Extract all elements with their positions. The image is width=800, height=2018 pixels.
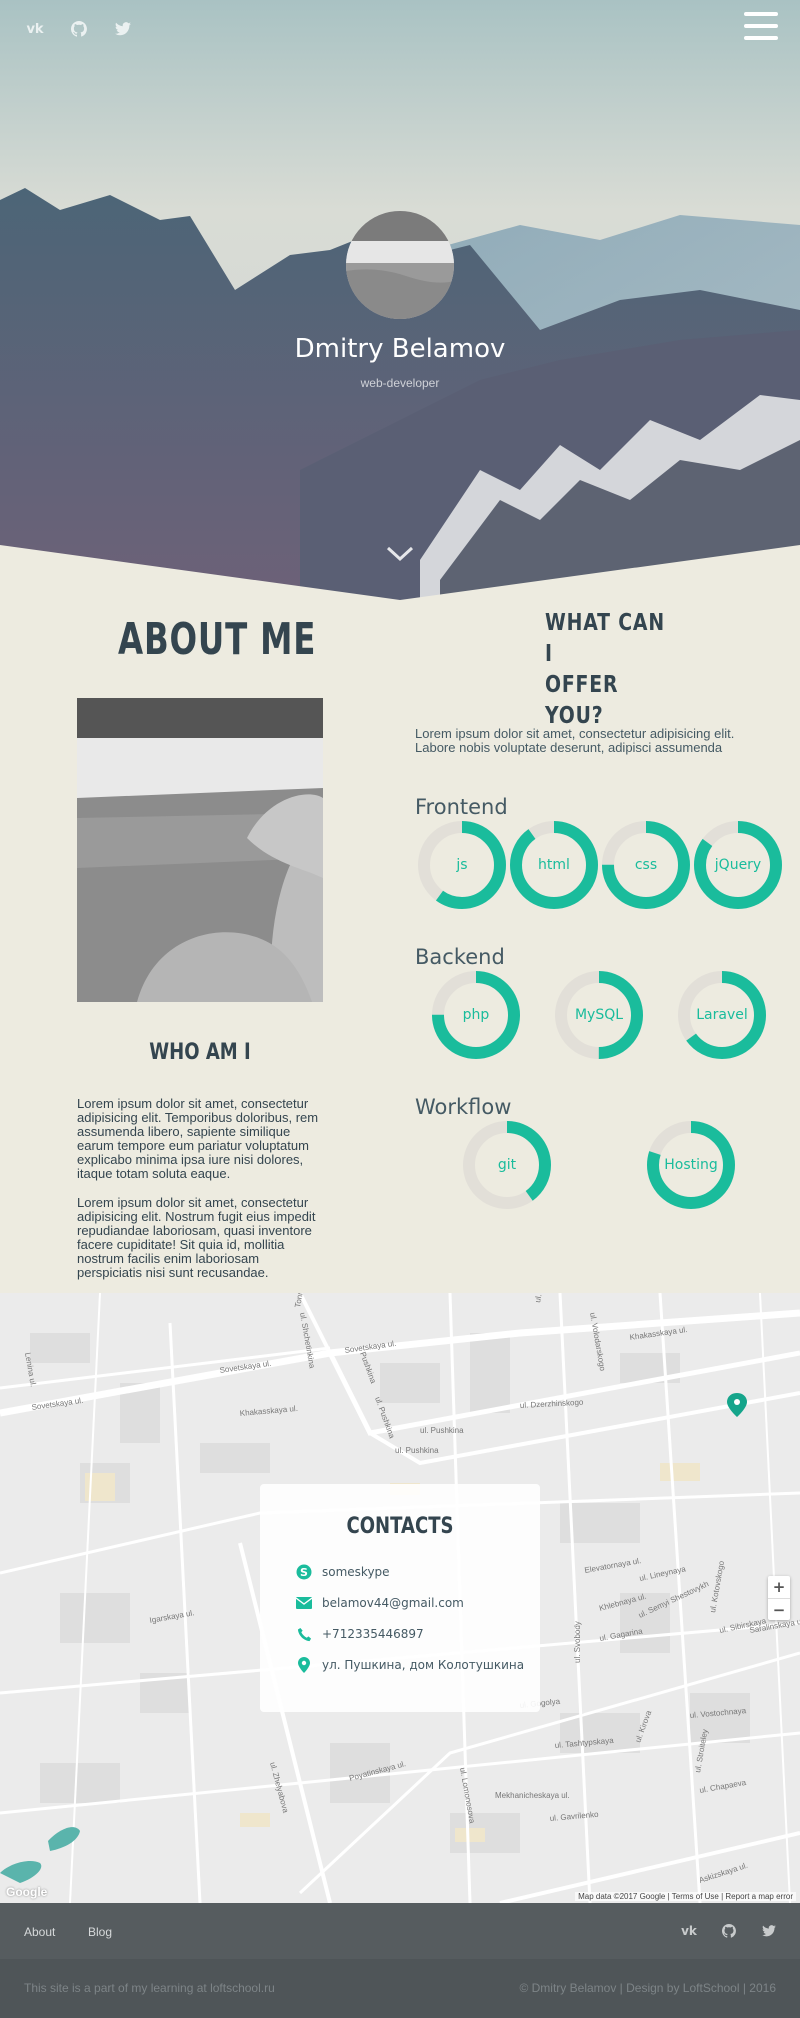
offer-title-line: OFFER [545,672,619,698]
footer-link-about[interactable]: About [24,1925,55,1939]
hero-role: web-developer [360,376,440,390]
skills-backend-title: Backend [415,945,505,969]
skill-label: git [497,1157,517,1173]
menu-hamburger-icon[interactable] [744,12,778,40]
hero-name: Dmitry Belamov [294,334,506,364]
footer-left-text: This site is a part of my learning at lo… [24,1981,275,1995]
location-pin-icon [296,1657,312,1673]
about-photo [77,698,323,1002]
map-attribution[interactable]: Map data ©2017 Google | Terms of Use | R… [575,1892,796,1901]
skill-ring-laravel: Laravel [677,970,767,1060]
contact-address[interactable]: ул. Пушкина, дом Колотушкина [296,1657,524,1673]
offer-title-line: WHAT CAN I [545,610,665,667]
about-paragraph-2: Lorem ipsum dolor sit amet, consectetur … [77,1195,316,1280]
skill-label: Hosting [664,1157,718,1173]
contact-email[interactable]: belamov44@gmail.com [296,1595,464,1611]
skill-ring-html: html [509,820,599,910]
skills-frontend-title: Frontend [415,795,508,819]
skill-label: css [634,857,658,873]
skill-ring-js: js [417,820,507,910]
hero-section: vk Dmitry Belamov web-developer [0,0,800,600]
map-street-label: ul. Pushkina [420,1426,464,1435]
google-logo: Google [6,1885,48,1899]
offer-title: WHAT CAN I OFFER YOU? [545,608,668,732]
avatar [346,211,454,319]
phone-icon [296,1626,312,1642]
skill-label: html [538,857,570,873]
map-street-label: ul. Pushkina [395,1446,439,1455]
map-street-label: ul. Svobody [573,1621,582,1663]
skill-ring-hosting: Hosting [646,1120,736,1210]
twitter-icon[interactable] [758,1921,780,1941]
svg-text:S: S [300,1566,308,1579]
contacts-card: CONTACTS S someskype belamov44@gmail.com… [260,1484,540,1712]
chevron-down-icon[interactable] [386,546,414,562]
contacts-title: CONTACTS [346,1514,454,1539]
contact-address-text: ул. Пушкина, дом Колотушкина [322,1658,525,1672]
footer-bottom: This site is a part of my learning at lo… [0,1959,800,2018]
skill-label: php [462,1007,490,1023]
footer-nav: About Blog vk [0,1903,800,1959]
contact-skype-text: someskype [322,1565,390,1579]
twitter-icon[interactable] [110,18,136,40]
skill-ring-css: css [601,820,691,910]
about-paragraph-1: Lorem ipsum dolor sit amet, consectetur … [77,1096,319,1181]
skill-ring-git: git [462,1120,552,1210]
zoom-out-button[interactable]: − [768,1598,790,1620]
vk-icon[interactable]: vk [22,18,48,40]
vk-icon[interactable]: vk [678,1921,700,1941]
about-title: ABOUT ME [118,614,317,665]
github-icon[interactable] [66,18,92,40]
skills-workflow-title: Workflow [415,1095,512,1119]
zoom-in-button[interactable]: + [768,1576,790,1598]
skill-label: jQuery [714,857,762,873]
envelope-icon [296,1595,312,1611]
skill-label: MySQL [574,1007,624,1023]
footer-link-blog[interactable]: Blog [88,1925,112,1939]
offer-text: Lorem ipsum dolor sit amet, consectetur … [415,726,735,755]
contact-phone[interactable]: +712335446897 [296,1626,424,1642]
social-links: vk [22,18,136,40]
map-zoom-controls: + − [768,1576,790,1620]
footer-copyright: © Dmitry Belamov | Design by LoftSchool … [519,1981,776,1995]
who-am-i-title: WHO AM I [149,1040,251,1065]
contact-phone-text: +712335446897 [322,1627,424,1641]
skype-icon: S [296,1564,312,1580]
skill-ring-php: php [431,970,521,1060]
skill-label: Laravel [696,1007,748,1023]
contact-email-text: belamov44@gmail.com [322,1596,464,1610]
github-icon[interactable] [718,1921,740,1941]
skill-label: js [456,857,468,873]
map-street-label: Mekhanicheskaya ul. [495,1791,570,1800]
skill-ring-jquery: jQuery [693,820,783,910]
skill-ring-mysql: MySQL [554,970,644,1060]
contact-skype[interactable]: S someskype [296,1564,390,1580]
